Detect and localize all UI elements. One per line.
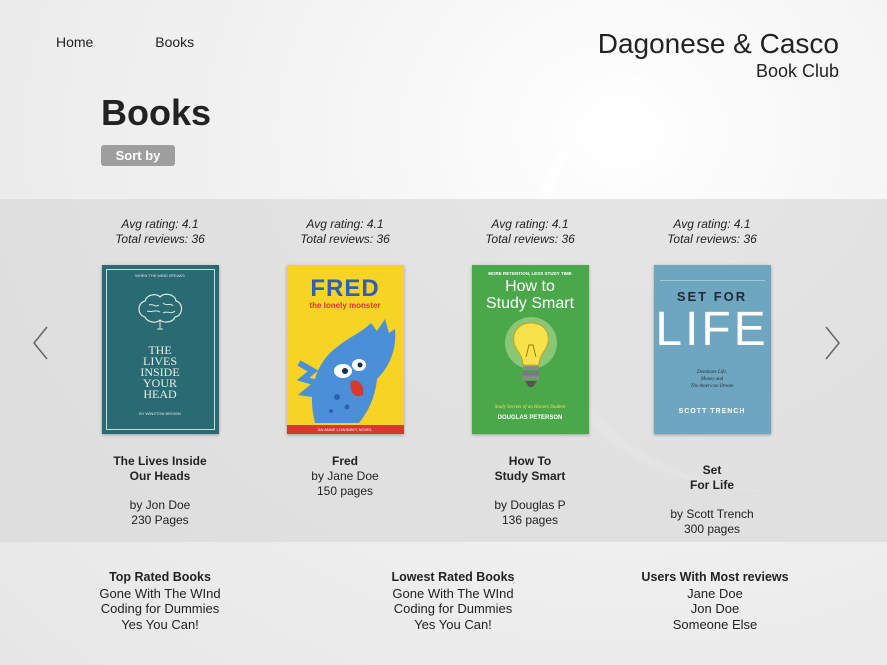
book-meta: by Douglas P 136 pages <box>455 498 605 528</box>
total-reviews: Total reviews: 36 <box>115 232 205 246</box>
book-pages: 136 pages <box>501 513 559 527</box>
total-reviews: Total reviews: 36 <box>667 232 757 246</box>
sort-by-button[interactable]: Sort by <box>101 145 175 166</box>
book-meta: by Jon Doe 230 Pages <box>85 498 235 528</box>
book-title[interactable]: How To Study Smart <box>455 454 605 484</box>
nav-home-link[interactable]: Home <box>56 34 93 50</box>
list-item[interactable]: Coding for Dummies <box>353 601 553 617</box>
book-author: by Jon Doe <box>129 498 191 512</box>
book-author: by Jane Doe <box>311 469 379 483</box>
nav-books-link[interactable]: Books <box>155 34 194 50</box>
cover-subtitle: Study Secrets of an Honors Student <box>494 405 566 410</box>
cover-title: THE LIVES INSIDE YOUR HEAD <box>140 343 180 401</box>
cover-title-large: LIFE <box>655 303 769 356</box>
book-card: Avg rating: 4.1 Total reviews: 36 MORE R… <box>455 217 605 528</box>
cover-author: BY WINSTON BROWN <box>139 411 181 416</box>
book-meta: by Jane Doe 150 pages <box>270 469 420 499</box>
cover-top-text: MORE RETENTION, LESS STUDY TIME <box>488 271 572 276</box>
top-nav: Home Books <box>56 34 252 50</box>
most-reviews-list: Users With Most reviews Jane Doe Jon Doe… <box>615 570 815 632</box>
most-reviews-heading: Users With Most reviews <box>641 570 789 584</box>
book-title[interactable]: Set For Life <box>637 463 787 493</box>
book-author: by Scott Trench <box>670 507 754 521</box>
list-item[interactable]: Coding for Dummies <box>60 601 260 617</box>
list-item[interactable]: Jon Doe <box>615 601 815 617</box>
monster-illustration <box>296 319 395 423</box>
avg-rating: Avg rating: 4.1 <box>121 217 199 231</box>
list-item[interactable]: Gone With The WInd <box>60 586 260 602</box>
carousel-prev-button[interactable] <box>31 325 51 361</box>
cover-top-text: WHEN THE MIND SPEAKS <box>135 273 185 278</box>
cover-title: FRED <box>310 275 380 302</box>
total-reviews: Total reviews: 36 <box>300 232 390 246</box>
lightbulb-icon <box>504 317 557 387</box>
book-cover[interactable]: WHEN THE MIND SPEAKS THE LIVES INSIDE YOUR H… <box>101 265 219 434</box>
book-cover[interactable]: MORE RETENTION, LESS STUDY TIME How to St… <box>471 265 589 434</box>
list-item[interactable]: Someone Else <box>615 617 815 633</box>
cover-subtitle: Dominate Life, Money and The American Drea… <box>690 370 734 389</box>
chevron-right-icon <box>825 326 840 360</box>
book-title[interactable]: The Lives Inside Our Heads <box>85 454 235 484</box>
avg-rating: Avg rating: 4.1 <box>673 217 751 231</box>
list-item[interactable]: Jane Doe <box>615 586 815 602</box>
book-cover[interactable]: FRED the lonely monster AN ANNE LOWINSKY… <box>286 265 404 434</box>
top-rated-list: Top Rated Books Gone With The WInd Codin… <box>60 570 260 632</box>
book-card: Avg rating: 4.1 Total reviews: 36 FRED t… <box>270 217 420 499</box>
list-item[interactable]: Gone With The WInd <box>353 586 553 602</box>
avg-rating: Avg rating: 4.1 <box>491 217 569 231</box>
cover-subtitle: the lonely monster <box>309 301 381 310</box>
lowest-rated-list: Lowest Rated Books Gone With The WInd Co… <box>353 570 553 632</box>
lowest-rated-heading: Lowest Rated Books <box>391 570 515 584</box>
book-meta: by Scott Trench 300 pages <box>637 507 787 537</box>
page-title: Books <box>101 92 212 133</box>
book-pages: 150 pages <box>316 484 374 498</box>
book-pages: 230 Pages <box>131 513 189 527</box>
cover-title: SET FOR <box>676 289 748 304</box>
total-reviews: Total reviews: 36 <box>485 232 575 246</box>
list-item[interactable]: Yes You Can! <box>353 617 553 633</box>
book-pages: 300 pages <box>683 522 741 536</box>
list-item[interactable]: Yes You Can! <box>60 617 260 633</box>
book-author: by Douglas P <box>494 498 566 512</box>
carousel-next-button[interactable] <box>822 325 842 361</box>
book-card: Avg rating: 4.1 Total reviews: 36 WHEN T… <box>85 217 235 528</box>
chevron-left-icon <box>33 326 48 360</box>
avg-rating: Avg rating: 4.1 <box>306 217 384 231</box>
book-title[interactable]: Fred <box>270 454 420 469</box>
book-card: Avg rating: 4.1 Total reviews: 36 SET FO… <box>637 217 787 537</box>
book-cover[interactable]: SET FOR LIFE Dominate Life, Money and The … <box>653 265 771 434</box>
brand-name: Dagonese & Casco <box>597 28 839 59</box>
brand-subtitle: Book Club <box>755 61 839 81</box>
cover-author: DOUGLAS PETERSON <box>497 415 563 421</box>
brand: Dagonese & Casco Book Club <box>598 28 839 82</box>
cover-bottom-text: AN ANNE LOWINSKY NOVEL <box>286 425 404 434</box>
cover-title: How to Study Smart <box>485 278 575 312</box>
top-rated-heading: Top Rated Books <box>109 570 211 584</box>
cover-author: SCOTT TRENCH <box>678 408 746 415</box>
brain-icon <box>137 293 182 330</box>
